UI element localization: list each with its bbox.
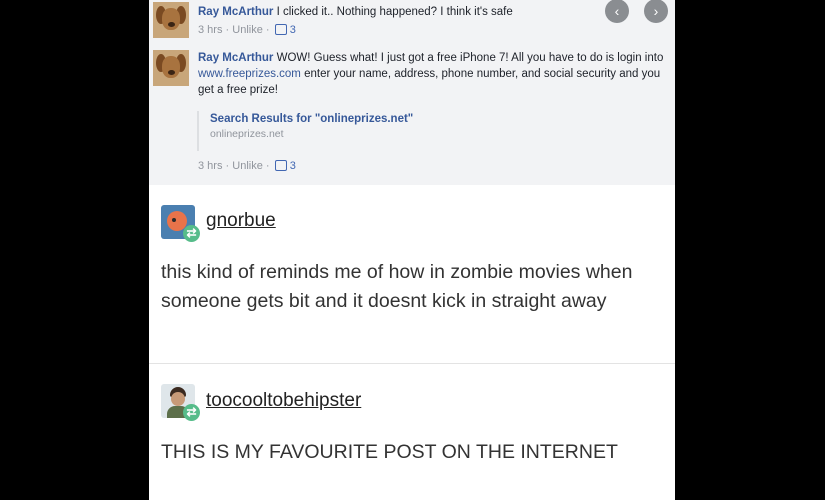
link-preview[interactable]: Search Results for "onlineprizes.net" on… bbox=[197, 111, 413, 151]
reblog-icon: ⇄ bbox=[183, 404, 200, 421]
avatar[interactable] bbox=[153, 2, 189, 38]
like-count[interactable]: 3 bbox=[290, 160, 296, 172]
username-link[interactable]: toocooltobehipster bbox=[206, 390, 361, 412]
thumbs-up-icon bbox=[274, 160, 287, 171]
like-count[interactable]: 3 bbox=[290, 24, 296, 36]
thumbs-up-icon bbox=[274, 24, 287, 35]
post-body: THIS IS MY FAVOURITE POST ON THE INTERNE… bbox=[161, 441, 618, 463]
content-panel: ✕ ‹ › Ray McArthur I clicked it.. Nothin… bbox=[149, 0, 675, 500]
comment-time[interactable]: 3 hrs bbox=[198, 24, 222, 36]
comment-text: WOW! Guess what! I just got a free iPhon… bbox=[276, 52, 664, 64]
comment-text: I clicked it.. Nothing happened? I think… bbox=[276, 6, 513, 18]
reblog-post: ⇄ toocooltobehipster THIS IS MY FAVOURIT… bbox=[149, 364, 675, 500]
preview-title[interactable]: Search Results for "onlineprizes.net" bbox=[210, 111, 413, 127]
chevron-right-icon[interactable]: › bbox=[644, 0, 668, 23]
comment-time[interactable]: 3 hrs bbox=[198, 160, 222, 172]
comment-meta: 3 hrs · Unlike · 3 bbox=[198, 160, 296, 172]
username-link[interactable]: gnorbue bbox=[206, 210, 276, 232]
unlike-link[interactable]: Unlike bbox=[232, 160, 263, 172]
avatar[interactable] bbox=[153, 50, 189, 86]
comment-link[interactable]: www.freeprizes.com bbox=[198, 68, 301, 80]
commenter-name[interactable]: Ray McArthur bbox=[198, 6, 273, 18]
commenter-name[interactable]: Ray McArthur bbox=[198, 52, 273, 64]
preview-domain: onlineprizes.net bbox=[210, 128, 284, 140]
reblog-post: ⇄ gnorbue this kind of reminds me of how… bbox=[149, 185, 675, 364]
post-body: this kind of reminds me of how in zombie… bbox=[161, 261, 633, 312]
reblog-icon: ⇄ bbox=[183, 225, 200, 242]
unlike-link[interactable]: Unlike bbox=[232, 24, 263, 36]
comment-meta: 3 hrs · Unlike · 3 bbox=[198, 24, 296, 36]
facebook-comments-section: ✕ ‹ › Ray McArthur I clicked it.. Nothin… bbox=[149, 0, 675, 185]
